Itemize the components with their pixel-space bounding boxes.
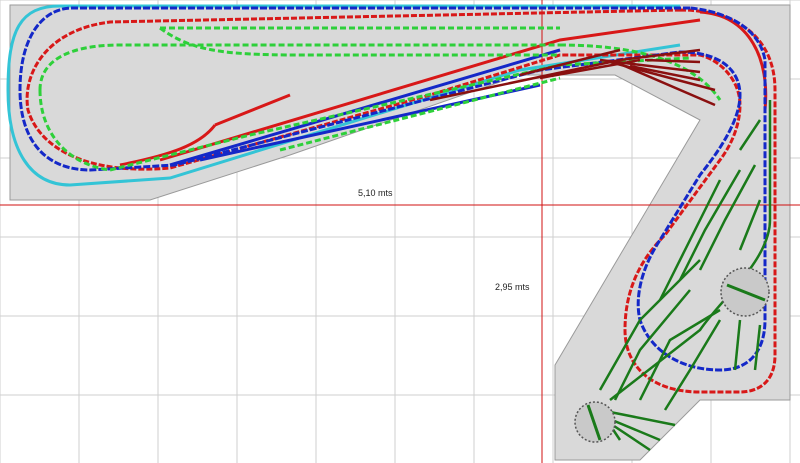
layout-plan-canvas: 5,10 mts 2,95 mts: [0, 0, 800, 463]
baseboard: [9, 4, 791, 461]
width-dimension-label: 5,10 mts: [358, 188, 393, 198]
track-plan-drawing: [0, 0, 800, 463]
depth-dimension-label: 2,95 mts: [495, 282, 530, 292]
turntable-upper: [720, 267, 770, 317]
turntable-lower: [574, 401, 616, 443]
